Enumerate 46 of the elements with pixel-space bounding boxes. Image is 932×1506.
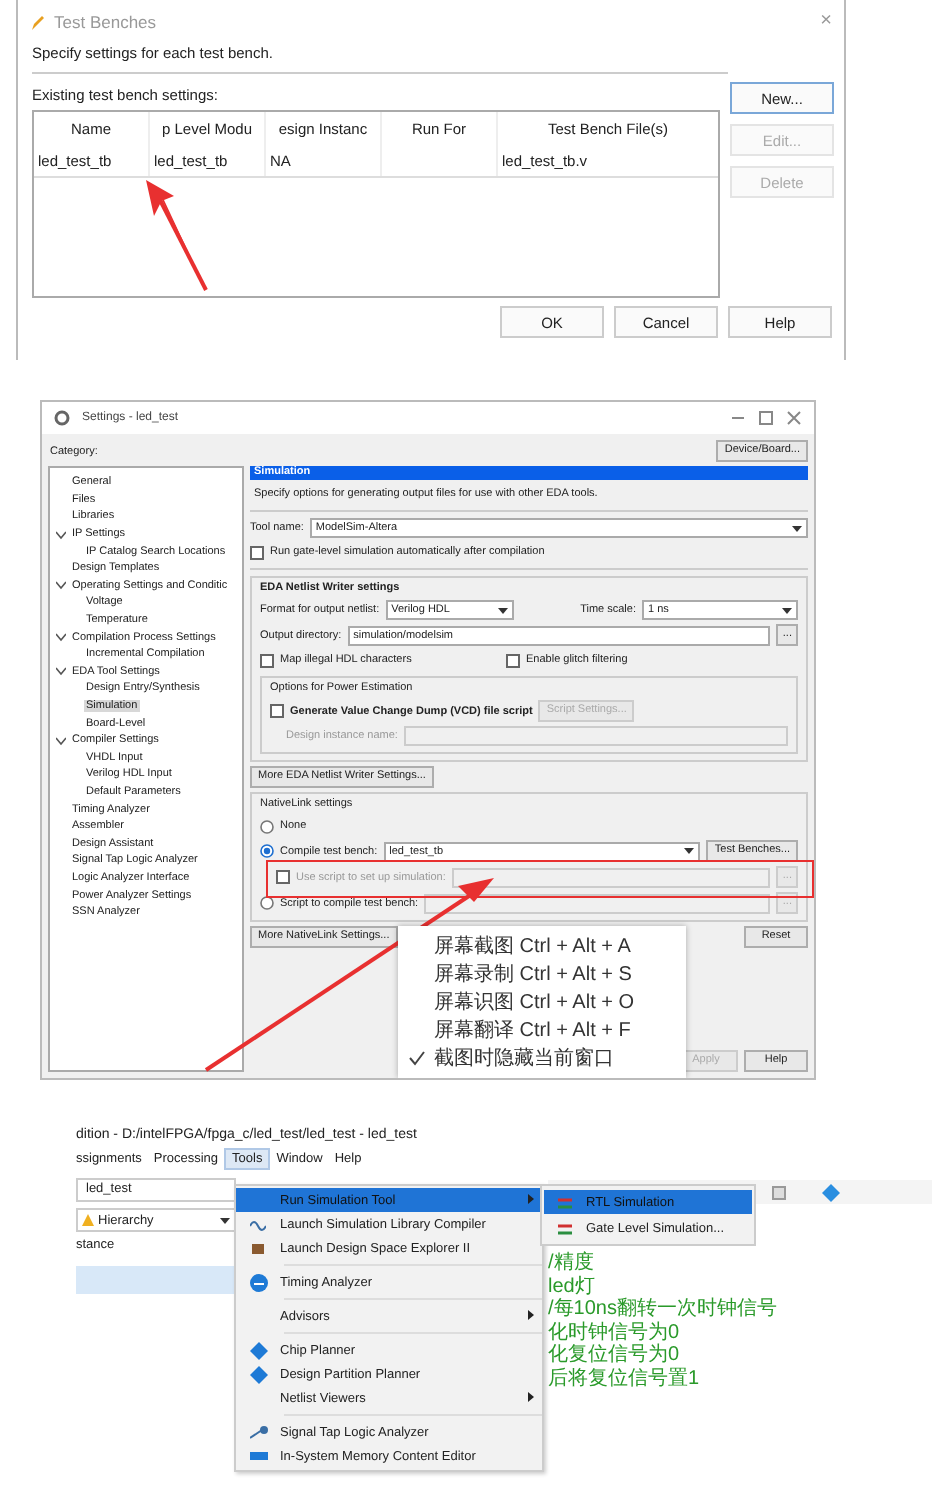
code-comment: 后将复位信号置1: [548, 1367, 702, 1390]
maximize-icon[interactable]: [758, 410, 774, 426]
checkbox[interactable]: [270, 704, 284, 718]
code-comment: led灯: [548, 1275, 597, 1298]
close-icon[interactable]: [786, 410, 802, 426]
settings-icon: [54, 410, 70, 426]
radio-button[interactable]: [260, 844, 274, 858]
chevron-icon[interactable]: [56, 666, 66, 677]
submenu-arrow-icon: [528, 1309, 534, 1319]
submenu-arrow-icon: [528, 1391, 534, 1401]
chevron-icon[interactable]: [56, 529, 66, 540]
caret-icon: [792, 525, 802, 531]
chevron-icon[interactable]: [56, 580, 66, 591]
menu-item[interactable]: 屏幕翻译 Ctrl + Alt + F: [398, 1016, 686, 1044]
pencil-icon: [30, 14, 46, 32]
code-comment: 化复位信号为0: [548, 1344, 682, 1367]
warning-icon: [82, 1214, 94, 1226]
checkbox[interactable]: [506, 653, 520, 667]
diamond-icon[interactable]: [822, 1183, 840, 1201]
script-field[interactable]: [451, 867, 771, 887]
radio-button[interactable]: [260, 896, 274, 910]
menu-item[interactable]: 屏幕录制 Ctrl + Alt + S: [398, 960, 686, 988]
submenu-arrow-icon: [528, 1193, 534, 1203]
caret-icon: [220, 1217, 230, 1223]
code-comment: 化时钟信号为0: [548, 1321, 682, 1343]
menu-item[interactable]: 屏幕截图 Ctrl + Alt + A: [398, 932, 686, 960]
window-title: Test Benches: [54, 12, 157, 32]
simulation-icon: [556, 1219, 574, 1237]
menu-item[interactable]: 屏幕识图 Ctrl + Alt + O: [398, 988, 686, 1016]
code-comment: /每10ns翻转一次时钟信号: [548, 1298, 779, 1321]
radio-button[interactable]: [260, 819, 274, 833]
wave-icon: [250, 1216, 266, 1232]
caret-icon: [782, 607, 792, 613]
chip-icon: [250, 1240, 266, 1256]
caret-icon: [684, 848, 695, 854]
chevron-icon[interactable]: [56, 632, 66, 643]
caret-icon: [497, 607, 508, 613]
square-icon[interactable]: [772, 1185, 786, 1199]
checkmark-icon: [407, 1050, 425, 1066]
memory-icon: [249, 1452, 267, 1460]
code-comment: /精度: [548, 1252, 596, 1275]
simulation-icon: [556, 1193, 574, 1211]
checkbox[interactable]: [260, 653, 274, 667]
checkbox[interactable]: [250, 545, 264, 559]
chevron-icon[interactable]: [56, 735, 66, 746]
probe-icon: [249, 1425, 267, 1439]
